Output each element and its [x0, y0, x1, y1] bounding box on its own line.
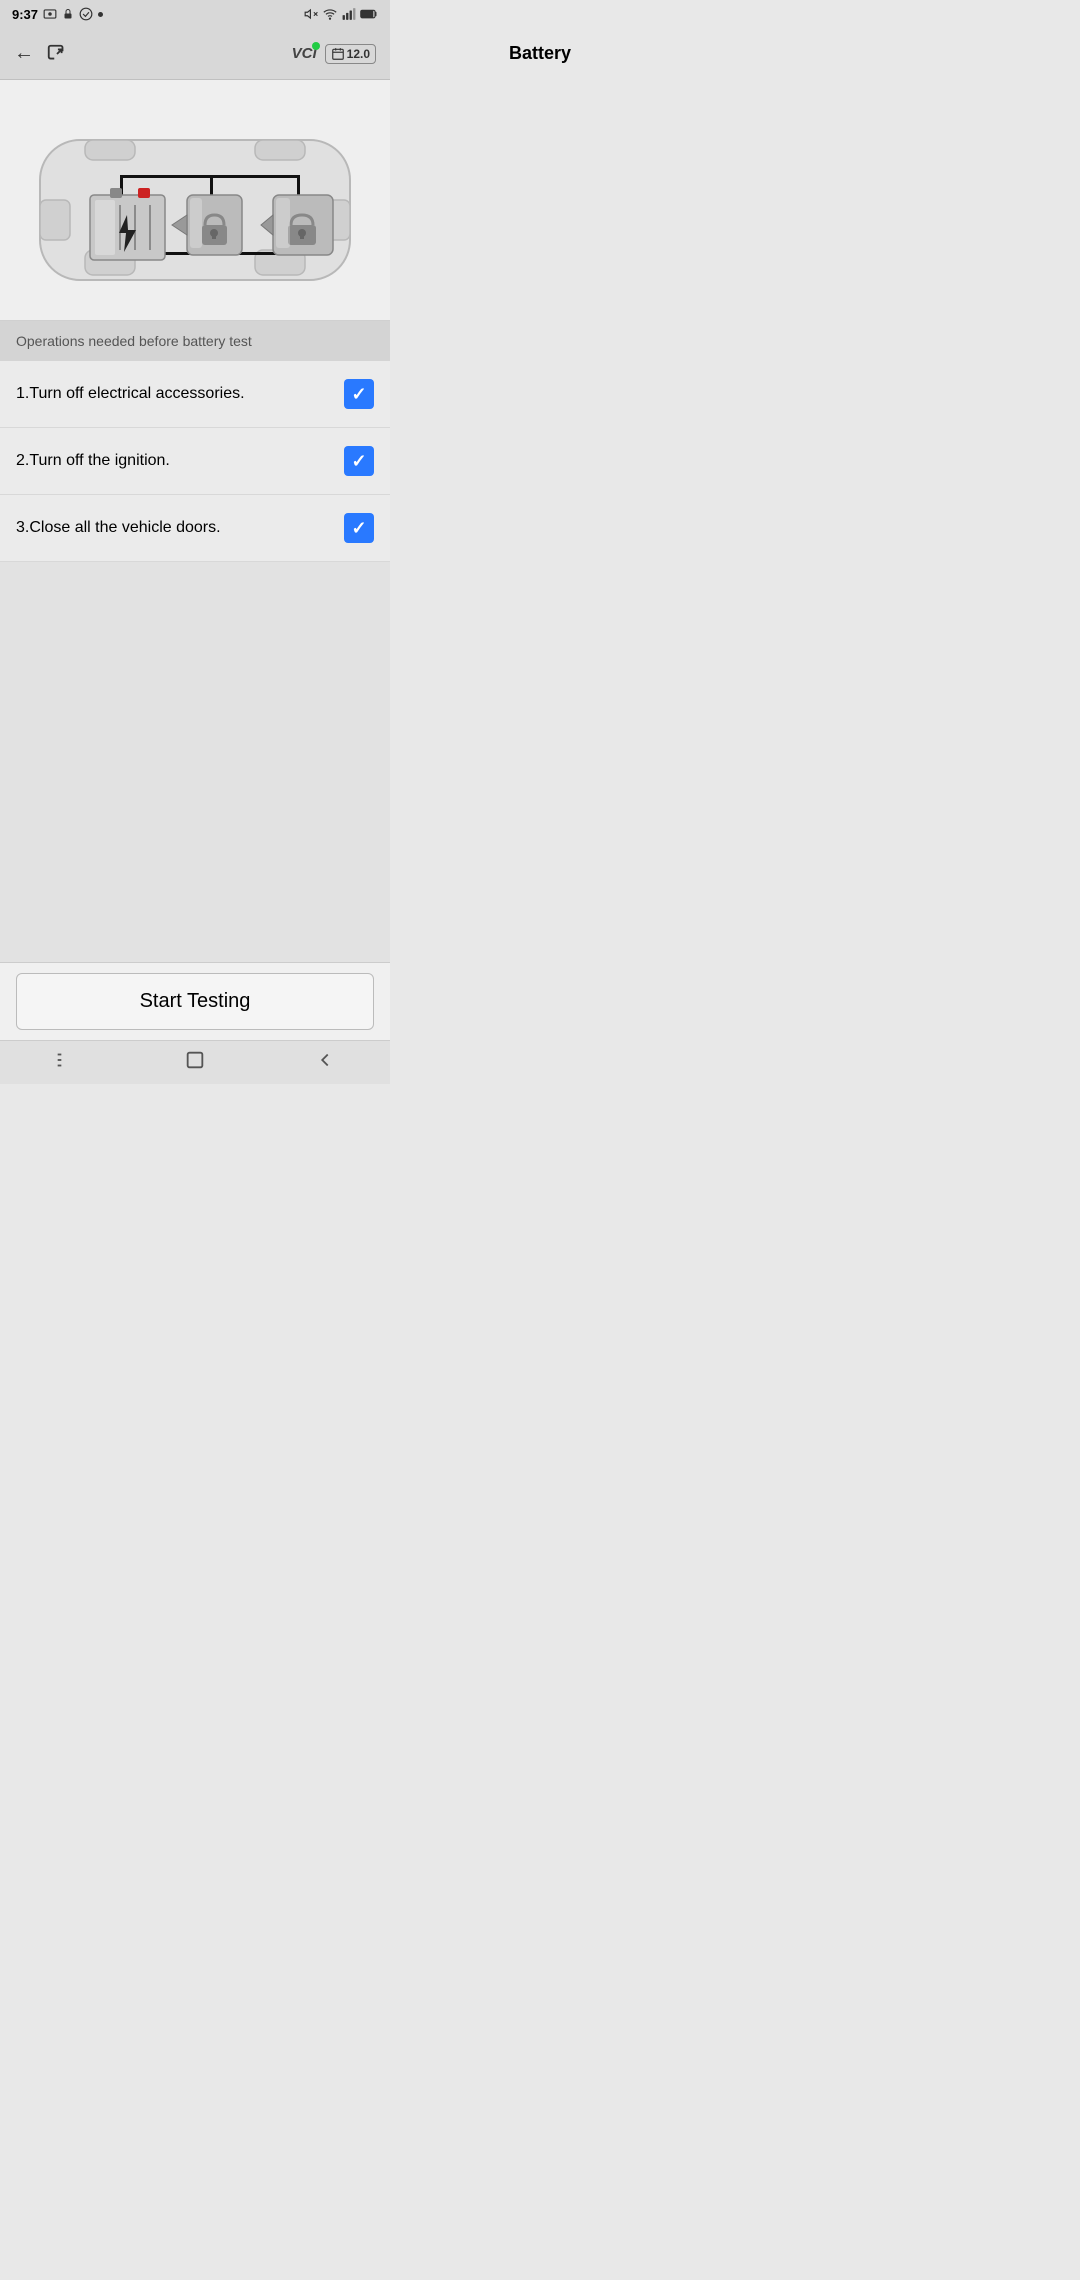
car-diagram: [0, 80, 390, 321]
calendar-icon: [331, 47, 345, 61]
page-title: Battery: [509, 43, 571, 64]
status-left: 9:37: [12, 7, 103, 22]
car-diagram-svg: [25, 100, 365, 300]
status-right: [304, 7, 378, 21]
checkbox-1[interactable]: [344, 379, 374, 409]
section-title: Operations needed before battery test: [16, 333, 252, 349]
version-number: 12.0: [347, 47, 370, 61]
back-button[interactable]: ←: [14, 42, 34, 65]
operations-section-header: Operations needed before battery test: [0, 321, 390, 361]
checklist-text-3: 3.Close all the vehicle doors.: [16, 519, 221, 537]
home-nav-icon[interactable]: [184, 1049, 206, 1077]
export-button[interactable]: [46, 43, 68, 65]
checkbox-3[interactable]: [344, 513, 374, 543]
mute-icon: [304, 7, 318, 21]
dot-indicator: [98, 12, 103, 17]
empty-content-area: [0, 562, 390, 962]
vci-connected-dot: [312, 42, 320, 50]
photo-icon: [43, 7, 57, 21]
bottom-navigation: [0, 1040, 390, 1084]
checklist-text-2: 2.Turn off the ignition.: [16, 452, 170, 470]
header-right: VCI 12.0: [292, 44, 376, 64]
vci-badge: VCI: [292, 45, 317, 62]
signal-icon: [342, 7, 356, 21]
start-testing-button[interactable]: Start Testing: [16, 973, 374, 1030]
back-nav-icon[interactable]: [314, 1049, 336, 1077]
check-icon: [79, 7, 93, 21]
checkbox-2[interactable]: [344, 446, 374, 476]
lock-icon: [62, 7, 74, 21]
checklist-item-3[interactable]: 3.Close all the vehicle doors.: [0, 495, 390, 562]
wifi-icon: [322, 7, 338, 21]
checklist-item-1[interactable]: 1.Turn off electrical accessories.: [0, 361, 390, 428]
menu-nav-icon[interactable]: [54, 1049, 76, 1077]
checklist-item-2[interactable]: 2.Turn off the ignition.: [0, 428, 390, 495]
header-left: ←: [14, 42, 68, 65]
checklist-text-1: 1.Turn off electrical accessories.: [16, 385, 245, 403]
battery-status-icon: [360, 8, 378, 20]
start-button-container: Start Testing: [0, 962, 390, 1040]
version-badge: 12.0: [325, 44, 376, 64]
status-time: 9:37: [12, 7, 38, 22]
status-bar: 9:37: [0, 0, 390, 28]
app-header: ← Battery VCI 12.0: [0, 28, 390, 80]
